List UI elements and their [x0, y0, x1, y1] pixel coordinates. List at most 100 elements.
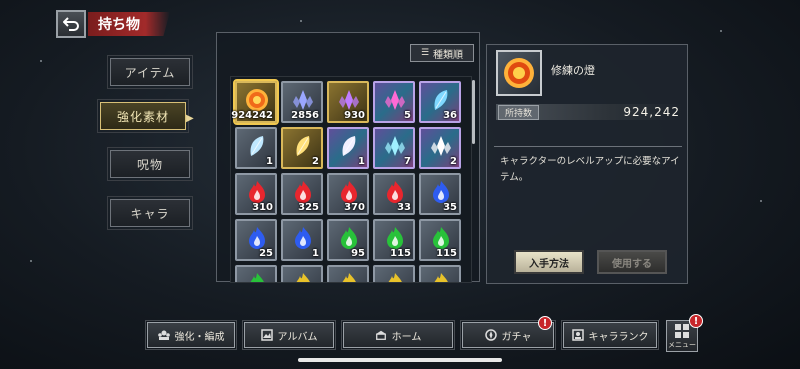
- item-count: 25: [259, 248, 273, 259]
- category-materials[interactable]: 強化素材: [97, 99, 189, 133]
- gacha-icon: [484, 329, 497, 341]
- item-count: 115: [436, 248, 457, 259]
- grid-scrollbar[interactable]: [472, 80, 475, 144]
- sort-label: 種類順: [433, 49, 464, 61]
- item-count: 370: [344, 202, 365, 213]
- nav-home-label: ホーム: [391, 331, 422, 343]
- page-title: 持ち物: [88, 12, 170, 36]
- feather-icon: [291, 134, 315, 158]
- selected-arrow-icon: ▶: [186, 113, 194, 124]
- item-count: 7: [404, 156, 411, 167]
- grid-item[interactable]: 2: [281, 127, 323, 169]
- feather-icon: [337, 134, 361, 158]
- grid-item[interactable]: 1: [327, 127, 369, 169]
- grid-item[interactable]: 310: [235, 173, 277, 215]
- sort-button[interactable]: ☰ 種類順: [410, 44, 474, 62]
- grid-item[interactable]: 36: [419, 81, 461, 123]
- item-count: 36: [443, 110, 457, 121]
- home-icon: [375, 329, 387, 341]
- rank-icon: [571, 329, 584, 341]
- green-flame-icon: [429, 226, 453, 250]
- gacha-alert-badge: !: [538, 316, 552, 330]
- grid-item[interactable]: 25: [235, 219, 277, 261]
- grid-item[interactable]: 2856: [281, 81, 323, 123]
- item-count: 1: [312, 248, 319, 259]
- item-count: 1: [358, 156, 365, 167]
- selected-item-icon: [496, 50, 542, 96]
- item-grid: 924242 2856 930 5 36 1 2 1 7 2 310 325 370 33 35 25 1 95 1…: [230, 76, 472, 283]
- grid-item[interactable]: [281, 265, 323, 282]
- yellow-flame-icon: [291, 272, 315, 282]
- sort-icon: ☰: [420, 48, 430, 58]
- grid-item[interactable]: 115: [373, 219, 415, 261]
- category-curses[interactable]: 呪物: [107, 147, 193, 181]
- grid-item[interactable]: 370: [327, 173, 369, 215]
- grid-item[interactable]: [373, 265, 415, 282]
- crystal-cluster-icon: [383, 88, 407, 112]
- grid-item[interactable]: 924242: [231, 79, 279, 125]
- item-count: 95: [351, 248, 365, 259]
- grid-item[interactable]: 1: [235, 127, 277, 169]
- red-flame-icon: [291, 180, 315, 204]
- album-icon: [260, 329, 273, 341]
- category-characters[interactable]: キャラ: [107, 196, 193, 230]
- category-items[interactable]: アイテム: [107, 55, 193, 89]
- home-indicator[interactable]: [298, 358, 502, 362]
- star: [300, 20, 302, 22]
- crystal-cluster-icon: [291, 88, 315, 112]
- item-count: 930: [344, 110, 365, 121]
- item-count: 5: [404, 110, 411, 121]
- item-name: 修練の燈: [551, 64, 595, 77]
- green-flame-icon: [245, 272, 269, 282]
- yellow-flame-icon: [337, 272, 361, 282]
- return-arrow-icon: [63, 17, 79, 31]
- feather-icon: [245, 134, 269, 158]
- back-button[interactable]: [56, 10, 86, 38]
- grid-item[interactable]: 115: [419, 219, 461, 261]
- nav-home-button[interactable]: ホーム: [341, 320, 455, 350]
- star: [720, 30, 722, 32]
- grid-item[interactable]: 33: [373, 173, 415, 215]
- owned-label: 所持数: [498, 104, 540, 120]
- green-flame-icon: [383, 226, 407, 250]
- crystal-cluster-icon: [429, 134, 453, 158]
- nav-album-button[interactable]: アルバム: [242, 320, 336, 350]
- nav-rank-label: キャラランク: [588, 331, 649, 343]
- grid-item[interactable]: 2: [419, 127, 461, 169]
- nav-enhance-button[interactable]: 強化・編成: [145, 320, 237, 350]
- item-count: 2: [450, 156, 457, 167]
- red-flame-icon: [337, 180, 361, 204]
- item-count: 1: [266, 156, 273, 167]
- owned-value: 924,242: [623, 105, 680, 119]
- blue-flame-icon: [245, 226, 269, 250]
- nav-rank-button[interactable]: キャラランク: [561, 320, 659, 350]
- grid-item[interactable]: 930: [327, 81, 369, 123]
- star: [40, 60, 42, 62]
- grid-item[interactable]: [235, 265, 277, 282]
- item-count: 325: [298, 202, 319, 213]
- red-flame-icon: [383, 180, 407, 204]
- item-description: キャラクターのレベルアップに必要なアイテム。: [500, 156, 680, 183]
- grid-item[interactable]: 35: [419, 173, 461, 215]
- nav-gacha-label: ガチャ: [501, 331, 532, 343]
- red-flame-icon: [245, 180, 269, 204]
- grid-item[interactable]: 1: [281, 219, 323, 261]
- item-count: 33: [397, 202, 411, 213]
- obtain-method-button[interactable]: 入手方法: [514, 250, 584, 274]
- grid-item[interactable]: 7: [373, 127, 415, 169]
- fire-orb-icon: [504, 58, 534, 88]
- grid-item[interactable]: 325: [281, 173, 323, 215]
- item-count: 2856: [291, 110, 319, 121]
- grid-item[interactable]: [419, 265, 461, 282]
- grid-item[interactable]: 95: [327, 219, 369, 261]
- grid-item[interactable]: [327, 265, 369, 282]
- item-count: 115: [390, 248, 411, 259]
- divider: [494, 146, 682, 147]
- grid-item[interactable]: 5: [373, 81, 415, 123]
- item-count: 35: [443, 202, 457, 213]
- item-count: 310: [252, 202, 273, 213]
- blue-flame-icon: [429, 180, 453, 204]
- crystal-cluster-icon: [383, 134, 407, 158]
- grid-menu-icon: [675, 323, 689, 338]
- use-button[interactable]: 使用する: [597, 250, 667, 274]
